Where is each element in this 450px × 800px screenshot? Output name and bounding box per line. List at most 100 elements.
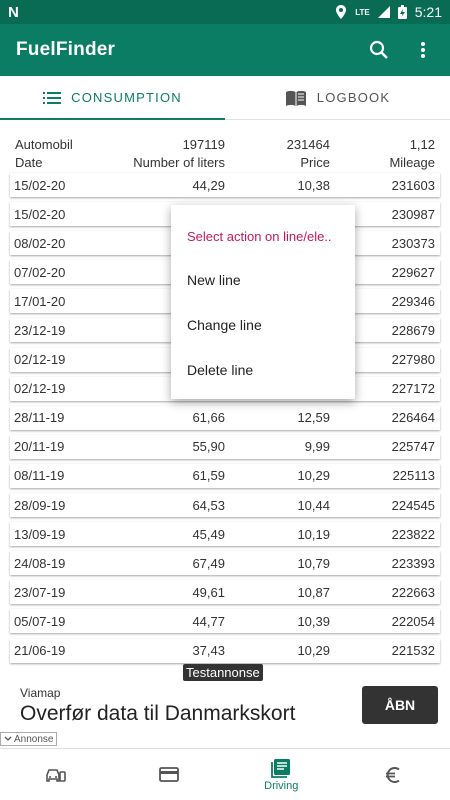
- row-date: 02/12-19: [14, 352, 66, 368]
- header-price: Price: [300, 155, 330, 170]
- ad-choices-badge[interactable]: Annonse: [0, 732, 58, 746]
- row-mileage: 222054: [391, 613, 435, 629]
- row-price: 10,87: [297, 584, 330, 600]
- battery-icon: [397, 5, 407, 19]
- row-date: 02/12-19: [14, 381, 66, 397]
- row-price: 9,99: [304, 439, 330, 455]
- row-mileage: 224545: [391, 497, 435, 513]
- summary-mileage: 1,12: [409, 137, 435, 152]
- card-icon: [158, 767, 179, 782]
- row-action-menu: Select action on line/ele.. New line Cha…: [171, 205, 355, 399]
- row-liters: 44,77: [192, 613, 225, 629]
- row-price: 10,38: [297, 177, 330, 193]
- row-price: 10,29: [297, 643, 330, 658]
- row-price: 10,79: [297, 555, 330, 571]
- table-row[interactable]: 28/11-19 61,66 12,59 226464: [10, 405, 440, 430]
- column-headers: Date Number of liters Price Mileage: [0, 155, 450, 173]
- row-date: 23/12-19: [14, 322, 66, 338]
- summary-car: Automobil: [15, 137, 73, 152]
- table-row[interactable]: 23/07-19 49,61 10,87 222663: [10, 580, 440, 605]
- row-date: 23/07-19: [14, 584, 66, 600]
- tab-bar: CONSUMPTION LOGBOOK: [0, 76, 450, 120]
- clock: 5:21: [414, 4, 442, 20]
- row-mileage: 231603: [391, 177, 435, 193]
- row-liters: 44,29: [192, 177, 225, 193]
- header-date: Date: [15, 155, 43, 170]
- row-liters: 64,53: [192, 497, 225, 513]
- row-price: 10,44: [297, 497, 330, 513]
- network-type: LTE: [355, 7, 370, 17]
- row-date: 08/02-20: [14, 235, 66, 251]
- app-bar: FuelFinder: [0, 24, 450, 76]
- euro-icon: [385, 766, 400, 783]
- summary-row: Automobil 197119 231464 1,12: [0, 137, 450, 155]
- table-row[interactable]: 20/11-19 55,90 9,99 225747: [10, 434, 440, 459]
- row-date: 15/02-20: [14, 206, 66, 222]
- bottom-navigation: Driving: [0, 748, 450, 800]
- notification-n-icon: N: [8, 3, 19, 21]
- ad-brand: Viamap: [20, 686, 61, 700]
- table-row[interactable]: 15/02-20 44,29 10,38 231603: [10, 173, 440, 197]
- table-row[interactable]: 28/09-19 64,53 10,44 224545: [10, 493, 440, 518]
- table-row[interactable]: 13/09-19 45,49 10,19 223822: [10, 522, 440, 547]
- row-date: 17/01-20: [14, 293, 66, 309]
- car-icon: [46, 768, 67, 782]
- summary-price: 231464: [286, 137, 330, 152]
- ad-test-label: Testannonse: [183, 664, 263, 681]
- header-mileage: Mileage: [389, 155, 435, 170]
- table-row[interactable]: 24/08-19 67,49 10,79 223393: [10, 551, 440, 576]
- row-mileage: 222663: [391, 584, 435, 600]
- row-date: 24/08-19: [14, 555, 66, 571]
- ad-headline: Overfør data til Danmarkskort: [20, 702, 296, 725]
- nav-payment[interactable]: [113, 749, 226, 800]
- menu-title: Select action on line/ele..: [187, 229, 332, 244]
- row-date: 13/09-19: [14, 526, 66, 542]
- ad-badge-label: Annonse: [14, 733, 54, 745]
- tab-logbook[interactable]: LOGBOOK: [225, 76, 450, 119]
- tab-consumption-label: CONSUMPTION: [71, 90, 182, 105]
- row-date: 07/02-20: [14, 264, 66, 280]
- summary-liters: 197119: [182, 137, 225, 152]
- nav-vehicles[interactable]: [0, 749, 113, 800]
- row-date: 20/11-19: [14, 439, 65, 455]
- row-liters: 67,49: [192, 555, 225, 571]
- search-icon[interactable]: [368, 39, 390, 61]
- row-date: 05/07-19: [14, 613, 66, 629]
- menu-item-new-line[interactable]: New line: [187, 272, 241, 288]
- nav-currency[interactable]: [338, 749, 450, 800]
- row-date: 15/02-20: [14, 177, 66, 193]
- table-row[interactable]: 05/07-19 44,77 10,39 222054: [10, 609, 440, 634]
- row-price: 10,29: [297, 468, 330, 484]
- row-mileage: 223393: [391, 555, 435, 571]
- row-liters: 37,43: [192, 643, 225, 658]
- tab-consumption[interactable]: CONSUMPTION: [0, 76, 225, 120]
- row-mileage: 221532: [391, 643, 435, 658]
- row-mileage: 223822: [391, 526, 435, 542]
- nav-driving[interactable]: Driving: [225, 749, 338, 800]
- header-liters: Number of liters: [133, 155, 225, 170]
- row-liters: 61,66: [192, 410, 225, 426]
- signal-icon: [377, 6, 390, 18]
- list-icon: [43, 91, 62, 104]
- row-price: 12,59: [297, 410, 330, 426]
- row-mileage: 225113: [392, 468, 435, 484]
- tab-logbook-label: LOGBOOK: [316, 90, 391, 105]
- row-price: 10,39: [297, 613, 330, 629]
- status-bar: N LTE 5:21: [0, 0, 450, 24]
- row-date: 28/09-19: [14, 497, 66, 513]
- table-row[interactable]: 08/11-19 61,59 10,29 225113: [10, 463, 440, 488]
- row-liters: 45,49: [192, 526, 225, 542]
- ad-open-button[interactable]: ÅBN: [362, 686, 438, 724]
- chevron-down-icon: [4, 736, 12, 741]
- row-mileage: 226464: [391, 410, 435, 426]
- menu-item-change-line[interactable]: Change line: [187, 317, 262, 333]
- nav-driving-label: Driving: [264, 779, 299, 792]
- row-mileage: 225747: [391, 439, 435, 455]
- book-icon: [285, 90, 306, 106]
- menu-item-delete-line[interactable]: Delete line: [187, 362, 253, 378]
- more-options-icon[interactable]: [412, 39, 434, 61]
- row-date: 28/11-19: [14, 410, 65, 426]
- app-title: FuelFinder: [16, 39, 116, 60]
- row-liters: 55,90: [192, 439, 225, 455]
- table-row[interactable]: 21/06-19 37,43 10,29 221532: [10, 638, 440, 663]
